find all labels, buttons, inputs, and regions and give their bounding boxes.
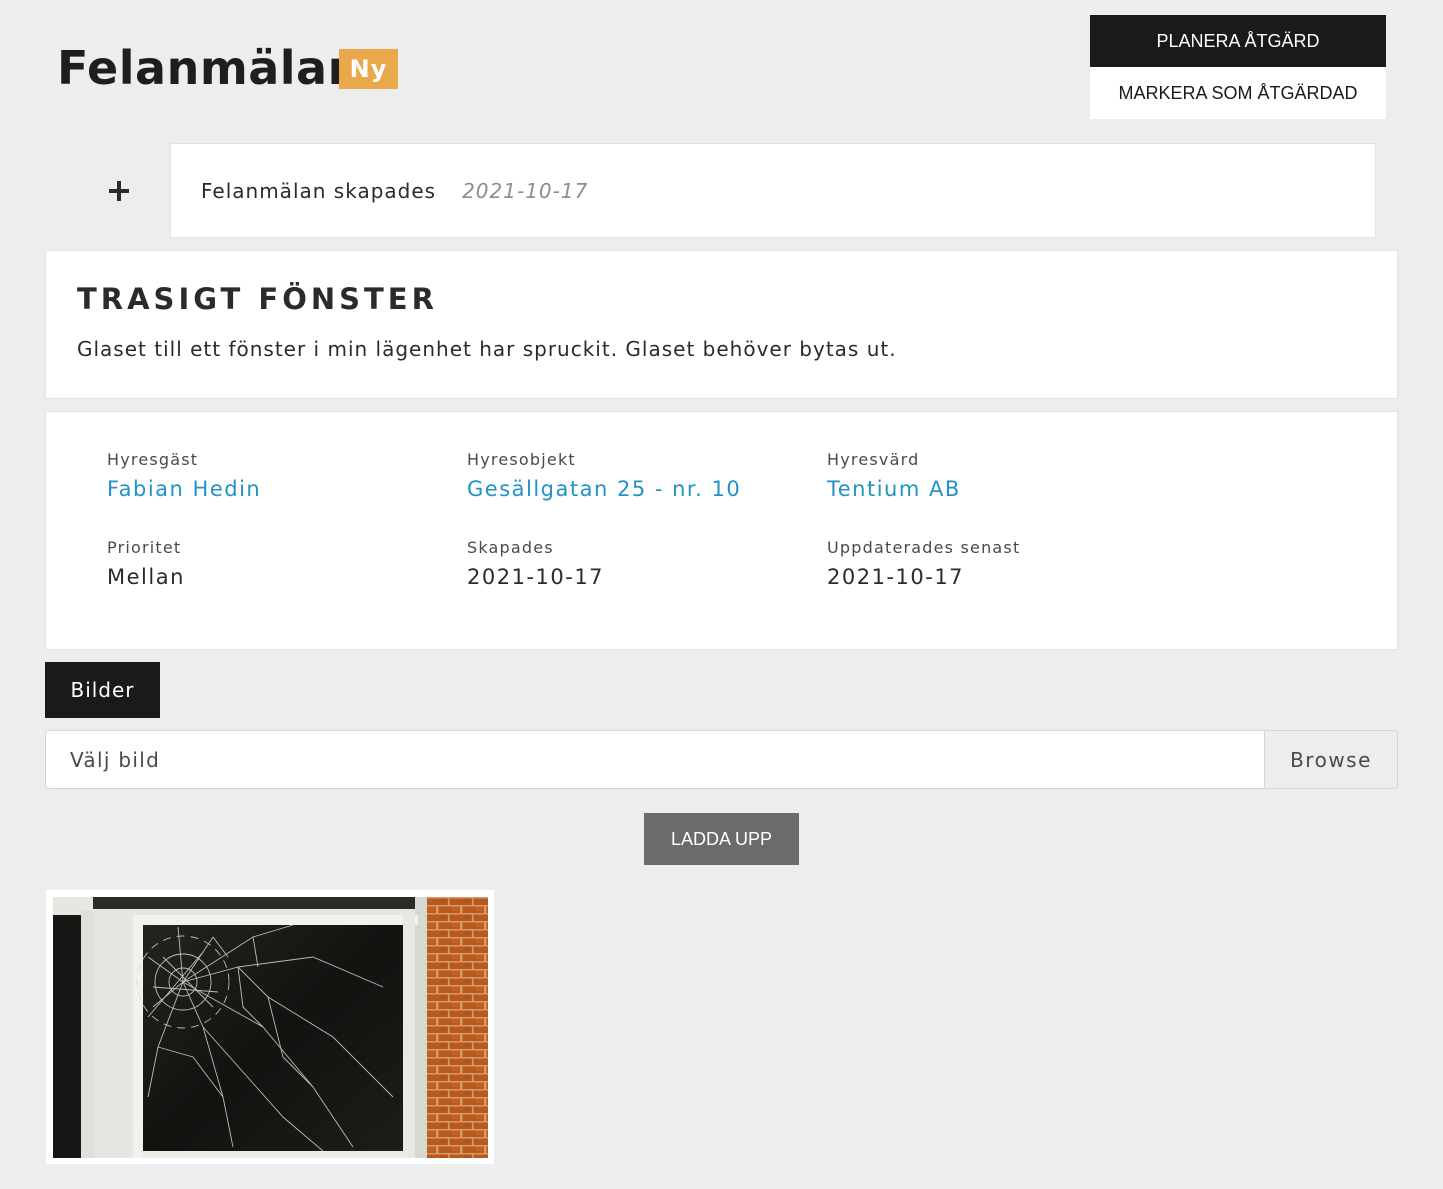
- broken-window-image: [53, 897, 488, 1158]
- upload-button[interactable]: LADDA UPP: [644, 813, 799, 865]
- created-field: Skapades 2021-10-17: [467, 538, 604, 589]
- issue-card: TRASIGT FÖNSTER Glaset till ett fönster …: [45, 250, 1398, 399]
- tab-images[interactable]: Bilder: [45, 662, 160, 718]
- rental-object-link[interactable]: Gesällgatan 25 - nr. 10: [467, 477, 741, 501]
- tenant-field: Hyresgäst Fabian Hedin: [107, 450, 261, 501]
- mark-as-done-button[interactable]: MARKERA SOM ÅTGÄRDAD: [1090, 67, 1386, 119]
- rental-object-field: Hyresobjekt Gesällgatan 25 - nr. 10: [467, 450, 741, 501]
- updated-value: 2021-10-17: [827, 565, 965, 589]
- updated-field: Uppdaterades senast 2021-10-17: [827, 538, 1020, 589]
- plus-icon[interactable]: [103, 173, 135, 209]
- updated-label: Uppdaterades senast: [827, 538, 1021, 557]
- plus-icon-glyph: [109, 181, 129, 201]
- landlord-link[interactable]: Tentium AB: [827, 477, 961, 501]
- image-thumbnail[interactable]: [46, 890, 494, 1164]
- plan-action-button[interactable]: PLANERA ÅTGÄRD: [1090, 15, 1386, 67]
- file-input-label[interactable]: Välj bild: [46, 731, 1264, 788]
- priority-label: Prioritet: [107, 538, 182, 557]
- tenant-link[interactable]: Fabian Hedin: [107, 477, 261, 501]
- page-title: Felanmälan: [57, 41, 361, 95]
- landlord-field: Hyresvärd Tentium AB: [827, 450, 961, 501]
- timeline-event-date: 2021-10-17: [462, 178, 589, 203]
- action-buttons: PLANERA ÅTGÄRD MARKERA SOM ÅTGÄRDAD: [1090, 15, 1386, 119]
- timeline-event-text: Felanmälan skapades: [201, 178, 437, 203]
- details-card: Hyresgäst Fabian Hedin Hyresobjekt Gesäl…: [45, 411, 1398, 650]
- priority-value: Mellan: [107, 565, 185, 589]
- issue-description: Glaset till ett fönster i min lägenhet h…: [77, 337, 897, 361]
- image-file-input[interactable]: Välj bild Browse: [45, 730, 1398, 789]
- issue-title: TRASIGT FÖNSTER: [77, 282, 438, 316]
- status-badge: Ny: [339, 49, 398, 89]
- created-label: Skapades: [467, 538, 554, 557]
- priority-field: Prioritet Mellan: [107, 538, 185, 589]
- tenant-label: Hyresgäst: [107, 450, 199, 469]
- rental-object-label: Hyresobjekt: [467, 450, 576, 469]
- browse-button[interactable]: Browse: [1264, 731, 1397, 788]
- created-value: 2021-10-17: [467, 565, 605, 589]
- landlord-label: Hyresvärd: [827, 450, 920, 469]
- timeline-event: Felanmälan skapades 2021-10-17: [170, 143, 1376, 238]
